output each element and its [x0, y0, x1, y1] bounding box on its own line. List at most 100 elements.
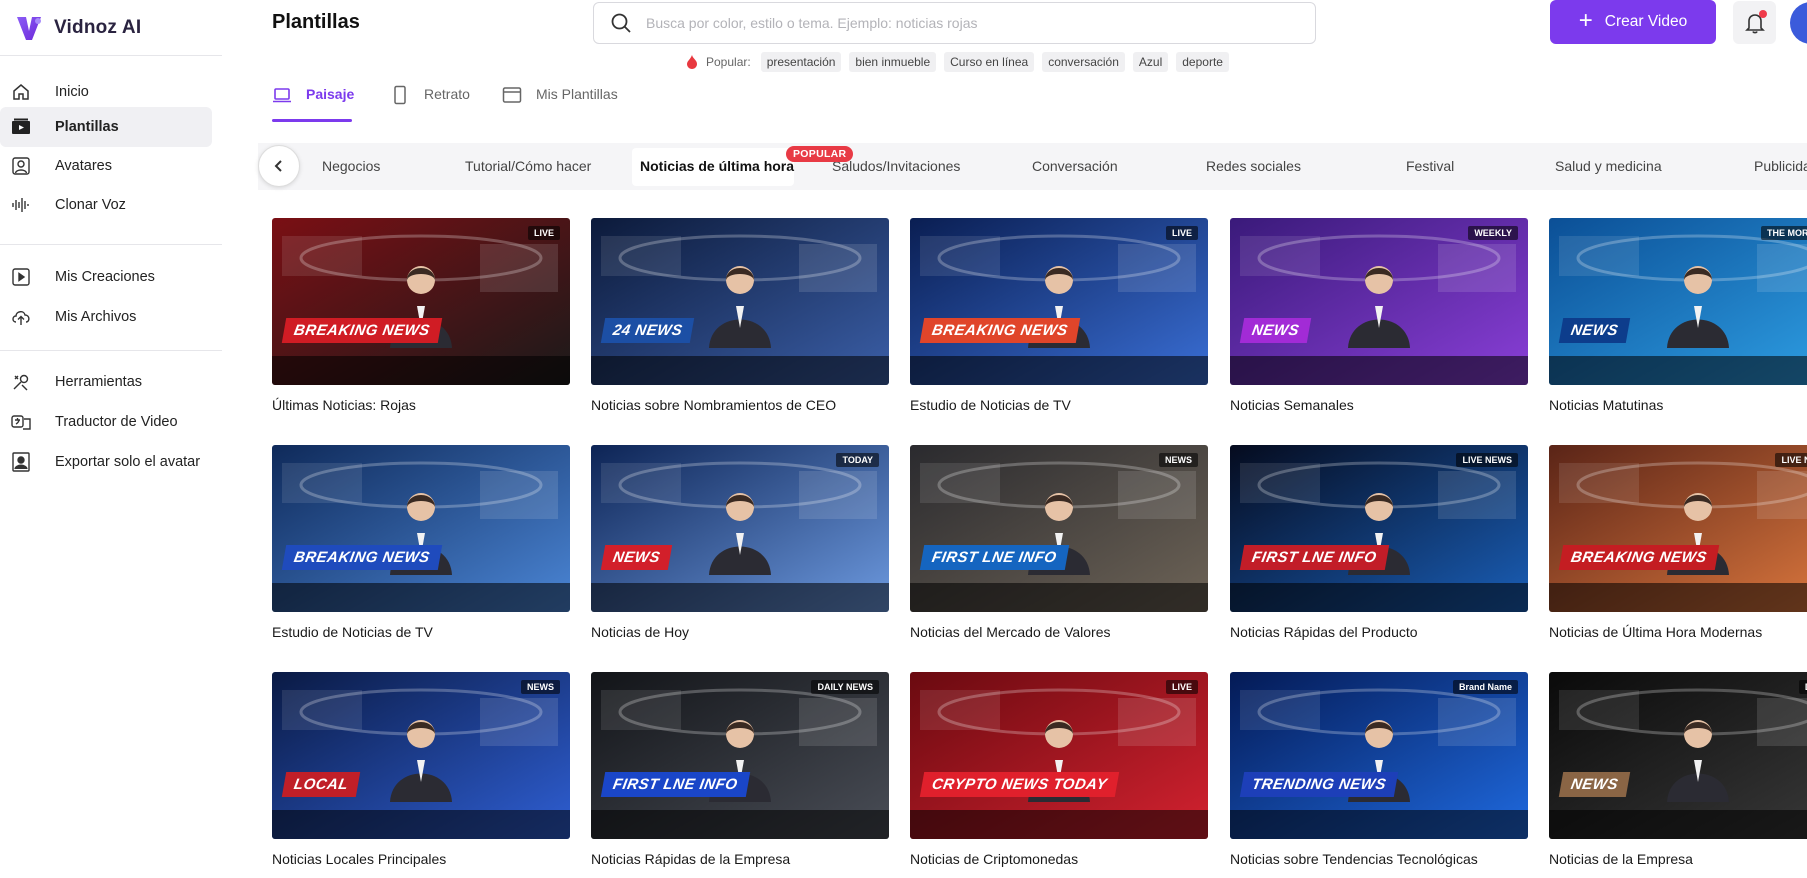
- popular-tag[interactable]: conversación: [1042, 52, 1125, 72]
- create-video-button[interactable]: + Crear Video: [1550, 0, 1716, 44]
- template-thumbnail[interactable]: FIRST LNE INFO DAILY NEWS: [591, 672, 889, 839]
- template-thumbnail[interactable]: TRENDING NEWS Brand Name: [1230, 672, 1528, 839]
- category-noticias-ultima-hora[interactable]: Noticias de última hora: [640, 158, 794, 174]
- template-thumbnail[interactable]: NEWS WEEKLY: [1230, 218, 1528, 385]
- thumbnail-tag: LIVE: [1165, 226, 1198, 240]
- template-thumbnail[interactable]: BREAKING NEWS LIVE NEWS: [1549, 445, 1807, 612]
- tab-retrato[interactable]: Retrato: [390, 85, 470, 122]
- sidebar-item-traductor[interactable]: Traductor de Video: [0, 402, 212, 442]
- template-thumbnail[interactable]: BREAKING NEWS LIVE: [272, 218, 570, 385]
- template-thumbnail[interactable]: LOCAL NEWS: [272, 672, 570, 839]
- tab-mis-plantillas[interactable]: Mis Plantillas: [502, 86, 618, 122]
- tab-label: Retrato: [424, 86, 470, 102]
- template-title: Estudio de Noticias de TV: [272, 624, 433, 640]
- category-scroll-back-button[interactable]: [258, 145, 300, 187]
- category-salud[interactable]: Salud y medicina: [1555, 158, 1662, 174]
- thumbnail-tag: LIVE: [1165, 680, 1198, 694]
- chevron-left-icon: [274, 160, 282, 172]
- template-thumbnail[interactable]: BREAKING NEWS: [272, 445, 570, 612]
- template-card[interactable]: CRYPTO NEWS TODAY LIVE Noticias de Criptom…: [910, 672, 1208, 867]
- category-conversacion[interactable]: Conversación: [1032, 158, 1118, 174]
- flame-icon: [687, 55, 697, 69]
- sidebar-item-mis-archivos[interactable]: Mis Archivos: [0, 297, 212, 337]
- thumbnail-banner-text: BREAKING NEWS: [281, 318, 442, 343]
- popular-tags: Popular: presentación bien inmueble Curs…: [686, 52, 1229, 72]
- popular-tag[interactable]: Curso en línea: [944, 52, 1035, 72]
- popular-tag[interactable]: bien inmueble: [849, 52, 937, 72]
- template-card[interactable]: NEWS THE MORNING Noticias Matutinas: [1549, 218, 1807, 413]
- template-thumbnail[interactable]: NEWS DAILY: [1549, 672, 1807, 839]
- thumbnail-tag: LIVE: [527, 226, 560, 240]
- template-card[interactable]: LOCAL NEWS Noticias Locales Principales: [272, 672, 570, 867]
- template-card[interactable]: FIRST LNE INFO NEWS Noticias del Mercado d…: [910, 445, 1208, 640]
- category-tutorial[interactable]: Tutorial/Cómo hacer: [465, 158, 591, 174]
- template-title: Últimas Noticias: Rojas: [272, 397, 416, 413]
- tab-paisaje[interactable]: Paisaje: [272, 86, 354, 122]
- plus-icon: +: [1578, 7, 1593, 34]
- thumbnail-banner-text: NEWS: [1558, 318, 1631, 343]
- template-card[interactable]: NEWS TODAY Noticias de Hoy: [591, 445, 889, 640]
- sidebar-divider: [0, 244, 222, 245]
- thumbnail-banner-text: FIRST LNE INFO: [1239, 545, 1389, 570]
- thumbnail-banner-text: CRYPTO NEWS TODAY: [919, 772, 1120, 797]
- popular-tag[interactable]: deporte: [1176, 52, 1229, 72]
- app-logo[interactable]: Vidnoz AI: [14, 10, 141, 46]
- category-negocios[interactable]: Negocios: [322, 158, 380, 174]
- template-card[interactable]: BREAKING NEWS LIVE Estudio de Noticias de …: [910, 218, 1208, 413]
- template-thumbnail[interactable]: NEWS TODAY: [591, 445, 889, 612]
- sidebar-item-exportar-avatar[interactable]: Exportar solo el avatar: [0, 442, 212, 482]
- template-card[interactable]: 24 NEWS Noticias sobre Nombramientos de C…: [591, 218, 889, 413]
- user-avatar[interactable]: [1790, 2, 1807, 44]
- popular-tag[interactable]: presentación: [760, 52, 842, 72]
- thumbnail-tag: LIVE NEWS: [1456, 453, 1518, 467]
- thumbnail-banner-text: FIRST LNE INFO: [600, 772, 750, 797]
- template-card[interactable]: FIRST LNE INFO DAILY NEWS Noticias Rápidas…: [591, 672, 889, 867]
- thumbnail-banner-text: FIRST LNE INFO: [919, 545, 1069, 570]
- thumbnail-banner-text: NEWS: [1239, 318, 1312, 343]
- template-card[interactable]: BREAKING NEWS LIVE Últimas Noticias: Rojas: [272, 218, 570, 413]
- thumbnail-banner-text: NEWS: [1558, 772, 1631, 797]
- template-title: Noticias Locales Principales: [272, 851, 447, 867]
- thumbnail-banner-text: BREAKING NEWS: [1558, 545, 1719, 570]
- sidebar-item-clonar-voz[interactable]: Clonar Voz: [0, 185, 212, 225]
- sidebar-item-plantillas[interactable]: Plantillas: [0, 107, 212, 147]
- template-card[interactable]: BREAKING NEWS Estudio de Noticias de TV: [272, 445, 570, 640]
- template-card[interactable]: NEWS DAILY Noticias de la Empresa: [1549, 672, 1807, 867]
- template-thumbnail[interactable]: BREAKING NEWS LIVE: [910, 218, 1208, 385]
- video-play-icon: [10, 266, 32, 288]
- translate-icon: [10, 411, 32, 433]
- popular-tag[interactable]: Azul: [1132, 52, 1169, 72]
- template-card[interactable]: NEWS WEEKLY Noticias Semanales: [1230, 218, 1528, 413]
- sidebar-item-herramientas[interactable]: Herramientas: [0, 362, 212, 402]
- template-card[interactable]: BREAKING NEWS LIVE NEWS Noticias de Última…: [1549, 445, 1807, 640]
- sidebar-item-inicio[interactable]: Inicio: [0, 72, 212, 112]
- tools-icon: [10, 371, 32, 393]
- upload-cloud-icon: [10, 306, 32, 328]
- template-thumbnail[interactable]: FIRST LNE INFO NEWS: [910, 445, 1208, 612]
- category-festival[interactable]: Festival: [1406, 158, 1454, 174]
- template-card[interactable]: FIRST LNE INFO LIVE NEWS Noticias Rápidas …: [1230, 445, 1528, 640]
- sidebar-item-label: Avatares: [55, 158, 112, 174]
- template-thumbnail[interactable]: 24 NEWS: [591, 218, 889, 385]
- tab-label: Paisaje: [306, 86, 355, 102]
- sidebar-item-avatares[interactable]: Avatares: [0, 146, 212, 186]
- template-thumbnail[interactable]: NEWS THE MORNING: [1549, 218, 1807, 385]
- category-redes-sociales[interactable]: Redes sociales: [1206, 158, 1301, 174]
- app-name: Vidnoz AI: [54, 17, 142, 38]
- notifications-button[interactable]: [1733, 1, 1776, 44]
- sidebar-item-label: Clonar Voz: [55, 197, 126, 213]
- sidebar-item-label: Exportar solo el avatar: [55, 454, 201, 470]
- category-saludos[interactable]: Saludos/Invitaciones: [832, 158, 960, 174]
- sidebar-divider: [0, 350, 222, 351]
- template-thumbnail[interactable]: FIRST LNE INFO LIVE NEWS: [1230, 445, 1528, 612]
- sidebar-item-mis-creaciones[interactable]: Mis Creaciones: [0, 257, 212, 297]
- search-input[interactable]: [646, 15, 1286, 31]
- template-thumbnail[interactable]: CRYPTO NEWS TODAY LIVE: [910, 672, 1208, 839]
- category-publicidad[interactable]: Publicida: [1754, 158, 1807, 174]
- search-bar[interactable]: [593, 2, 1316, 44]
- template-card[interactable]: TRENDING NEWS Brand Name Noticias sobre Te…: [1230, 672, 1528, 867]
- thumbnail-banner-text: 24 NEWS: [600, 318, 695, 343]
- sidebar: Vidnoz AI Inicio Plantillas Avatares Clo…: [0, 0, 222, 878]
- template-title: Noticias Matutinas: [1549, 397, 1664, 413]
- sidebar-item-label: Mis Creaciones: [55, 269, 155, 285]
